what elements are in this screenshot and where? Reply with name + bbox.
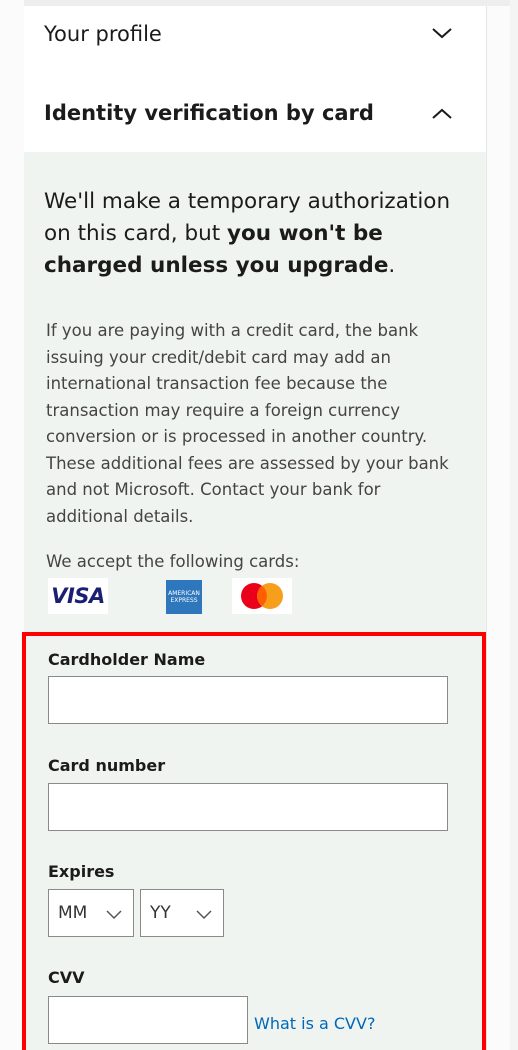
accordion-label-profile: Your profile <box>44 22 162 46</box>
chevron-down-icon <box>432 28 452 39</box>
card-details-form: Cardholder Name Card number Expires MM Y… <box>22 632 486 1050</box>
notice-end: . <box>388 253 396 278</box>
card-number-label: Card number <box>48 756 166 775</box>
cvv-label: CVV <box>48 968 85 987</box>
what-is-cvv-link[interactable]: What is a CVV? <box>254 1014 375 1033</box>
checkout-page: Your profile Identity verification by ca… <box>0 0 518 1050</box>
expiry-month-value: MM <box>58 903 88 923</box>
chevron-down-icon <box>106 910 122 920</box>
expires-label: Expires <box>48 862 115 881</box>
left-margin <box>0 0 24 1050</box>
accordion-your-profile[interactable]: Your profile <box>24 6 486 62</box>
scroll-gutter <box>486 6 511 1050</box>
chevron-down-icon <box>196 910 212 920</box>
right-margin <box>510 0 518 1050</box>
accordion-label-identity: Identity verification by card <box>44 101 374 125</box>
accordion-identity-verification[interactable]: Identity verification by card <box>24 74 486 152</box>
cardholder-name-input[interactable] <box>48 676 448 724</box>
expiry-year-value: YY <box>150 903 171 923</box>
authorization-notice: We'll make a temporary authorization on … <box>44 186 464 282</box>
accepted-cards-label: We accept the following cards: <box>46 552 300 571</box>
mastercard-logo-icon <box>232 578 292 614</box>
cvv-input[interactable] <box>48 996 248 1044</box>
amex-logo-icon: AMERICAN EXPRESS <box>166 580 202 614</box>
cardholder-name-label: Cardholder Name <box>48 650 206 669</box>
card-number-input[interactable] <box>48 783 448 831</box>
chevron-up-icon <box>432 108 452 119</box>
international-fee-disclaimer: If you are paying with a credit card, th… <box>46 321 449 526</box>
expiry-month-select[interactable]: MM <box>48 889 134 937</box>
visa-logo-icon: VISA <box>48 578 108 614</box>
expiry-year-select[interactable]: YY <box>140 889 224 937</box>
